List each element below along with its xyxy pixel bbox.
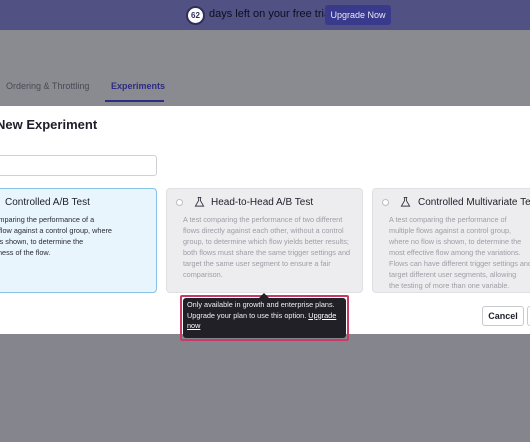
card-controlled-multivariate-test[interactable]: Controlled Multivariate Test A test comp… — [372, 188, 530, 293]
card-title: Controlled A/B Test — [5, 197, 90, 208]
cancel-button[interactable]: Cancel — [482, 306, 524, 326]
trial-message: days left on your free trial — [209, 8, 333, 20]
card-controlled-ab-test[interactable]: Controlled A/B Test st comparing the per… — [0, 188, 157, 293]
card-description: A test comparing the performance of mult… — [389, 215, 530, 290]
active-tab-indicator — [105, 100, 164, 102]
card-title: Head-to-Head A/B Test — [211, 197, 314, 208]
modal-title: New Experiment — [0, 117, 98, 132]
tab-experiments[interactable]: Experiments — [111, 81, 165, 91]
card-title: Controlled Multivariate Test — [418, 197, 530, 208]
experiment-name-input[interactable] — [0, 155, 157, 176]
card-description: A test comparing the performance of two … — [183, 215, 351, 279]
radio-icon[interactable] — [382, 199, 389, 206]
upgrade-tooltip: Only available in growth and enterprise … — [183, 298, 346, 338]
trial-banner: 62 days left on your free trial Upgrade … — [0, 0, 530, 30]
card-description: st comparing the performance of a ngle f… — [0, 215, 112, 257]
upgrade-now-button[interactable]: Upgrade Now — [325, 5, 391, 25]
flask-icon — [400, 196, 411, 207]
trial-days-badge: 62 — [186, 6, 205, 25]
flask-icon — [194, 196, 205, 207]
radio-icon[interactable] — [176, 199, 183, 206]
page-header — [0, 30, 530, 106]
card-head-to-head-ab-test[interactable]: Head-to-Head A/B Test A test comparing t… — [166, 188, 363, 293]
tab-ordering-throttling[interactable]: Ordering & Throttling — [6, 81, 89, 91]
